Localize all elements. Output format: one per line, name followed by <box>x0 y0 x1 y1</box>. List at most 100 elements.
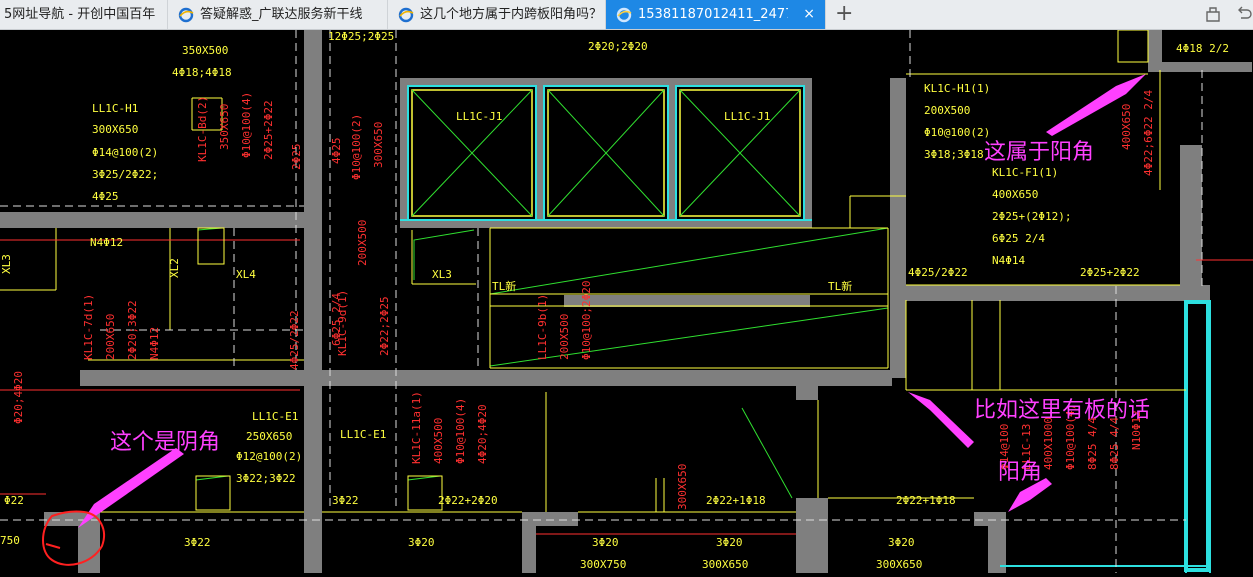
note-yang-jiao-1: 这属于阳角 <box>984 140 1095 165</box>
cad-label: 12Φ25;2Φ25 <box>328 30 394 43</box>
tab-label: 15381187012411_24771946 <box>638 7 788 22</box>
cad-label: 400X500 <box>432 418 445 464</box>
cad-label: 300X750 <box>580 558 626 571</box>
cad-label: 4Φ25 <box>330 138 343 165</box>
browser-logo-icon <box>178 7 194 23</box>
cad-label: 300X650 <box>876 558 922 571</box>
browser-logo-icon <box>616 7 632 23</box>
cad-label: TL新 <box>492 279 516 293</box>
cad-label: XL2 <box>168 258 181 278</box>
cad-label: 2Φ22+2Φ20 <box>438 494 498 507</box>
cad-label: XL4 <box>236 268 256 281</box>
cad-label: 350X500 <box>182 44 228 57</box>
cyan-shaft <box>1184 300 1210 572</box>
cad-label: 3Φ25/2Φ22; <box>92 168 158 181</box>
cad-label: N4Φ12 <box>90 236 123 249</box>
cad-label: 200X500 <box>356 220 369 266</box>
tab-label: 5网址导航 - 开创中国百年 <box>4 7 156 22</box>
cad-label: KL1C-11a(1) <box>410 391 423 464</box>
cad-label: 200X650 <box>104 314 117 360</box>
red-lines <box>0 239 1253 535</box>
cad-label: LL1C-J1 <box>456 110 502 123</box>
cad-label: 3Φ18;3Φ18 <box>924 148 984 161</box>
cad-label: LL1C-E1 <box>340 428 386 441</box>
close-icon[interactable]: × <box>803 0 815 29</box>
cad-label: 200X500 <box>558 314 571 360</box>
cad-label: 300X650 <box>372 122 385 168</box>
cad-label: LL1C-9b(1) <box>536 294 549 360</box>
browser-logo-icon <box>398 7 414 23</box>
cad-label: N4Φ12 <box>148 327 161 360</box>
cad-label: KL1C-H1(1) <box>924 82 990 95</box>
cad-label: 4Φ18;4Φ18 <box>172 66 232 79</box>
cad-label: 8Φ25 4/4 <box>1108 417 1121 470</box>
cad-label: 400X650 <box>1120 104 1133 150</box>
cad-label: KL1C-F1(1) <box>992 166 1058 179</box>
cad-label: 4Φ20;4Φ20 <box>476 404 489 464</box>
arrow-if-slab <box>908 392 974 448</box>
cad-label: 400X1000 <box>1042 417 1055 470</box>
cad-label: 4Φ25/2Φ22 <box>288 310 301 370</box>
note-if-slab: 比如这里有板的话 <box>974 398 1151 423</box>
cad-label: 750 <box>0 534 20 547</box>
note-yin-jiao: 这个是阴角 <box>110 430 221 455</box>
cad-label: Φ10@100(2) <box>350 114 363 180</box>
cad-label: 8Φ25 4/4 <box>1086 417 1099 470</box>
cad-label: 6Φ25 2/4 <box>330 293 343 346</box>
cad-label: 3Φ20 <box>716 536 743 549</box>
cad-label: LL1C-H1 <box>92 102 138 115</box>
cad-label: 300X650 <box>702 558 748 571</box>
cad-label: 2Φ25 <box>290 144 303 171</box>
cad-label: 300X650 <box>92 123 138 136</box>
cad-label: 4Φ18 2/2 <box>1176 42 1229 55</box>
cad-label: LL1C-E1 <box>252 410 298 423</box>
cad-label: Φ10@100;2Φ20 <box>580 281 593 360</box>
cad-label: Φ12@100(2) <box>236 450 302 463</box>
cad-label: 250X650 <box>246 430 292 443</box>
cad-label: XL3 <box>432 268 452 281</box>
cad-label: Φ14@100(2) <box>92 146 158 159</box>
tab-image[interactable]: 15381187012411_24771946 × <box>606 0 826 29</box>
tab-5566-nav[interactable]: 5网址导航 - 开创中国百年 <box>0 0 168 29</box>
cad-label: 2Φ22+1Φ18 <box>896 494 956 507</box>
cad-label: N4Φ14 <box>992 254 1025 267</box>
cad-label: 3Φ22;3Φ22 <box>236 472 296 485</box>
cad-drawing: 350X500 4Φ18;4Φ18 LL1C-H1 300X650 Φ14@10… <box>0 29 1253 573</box>
cad-label: 2Φ22;2Φ25 <box>378 296 391 356</box>
cad-label: 400X650 <box>992 188 1038 201</box>
cad-label: LL1C-J1 <box>724 110 770 123</box>
cad-label: TL新 <box>828 279 852 293</box>
cad-label: 3Φ22 <box>184 536 211 549</box>
cad-label: 4Φ25 <box>92 190 119 203</box>
cad-label: 200X500 <box>924 104 970 117</box>
tab-question[interactable]: 这几个地方属于内跨板阳角吗？ <box>388 0 606 29</box>
cad-label: KL1C-Bd(2) <box>196 96 209 162</box>
cad-label: 2Φ22+1Φ18 <box>706 494 766 507</box>
cad-label: Φ22 <box>4 494 24 507</box>
cad-label: 4Φ22;6Φ22 2/4 <box>1142 90 1155 176</box>
cad-label: Φ20;4Φ20 <box>12 371 25 424</box>
cad-label: 2Φ25+2Φ22 <box>1080 266 1140 279</box>
browser-tab-bar: 5网址导航 - 开创中国百年 答疑解惑_广联达服务新干线 这几个地方属于内跨板阳… <box>0 0 1253 30</box>
cad-label: 2Φ25+2Φ22 <box>262 100 275 160</box>
bookmark-icon[interactable] <box>1203 4 1223 24</box>
cad-label: KL1C-7d(1) <box>82 294 95 360</box>
tab-glodon-faq[interactable]: 答疑解惑_广联达服务新干线 <box>168 0 388 29</box>
cad-label: 4Φ25/2Φ22 <box>908 266 968 279</box>
cad-label: Φ10@100(4) <box>240 92 253 158</box>
beams <box>0 30 1252 573</box>
cad-label: 2Φ20;2Φ20 <box>588 40 648 53</box>
note-yang-jiao-2: 阳角 <box>998 460 1043 485</box>
cad-label: 300X650 <box>676 464 689 510</box>
plus-icon[interactable]: + <box>835 1 853 27</box>
cad-label: 3Φ20 <box>408 536 435 549</box>
cad-label: 3Φ22 <box>332 494 359 507</box>
cad-label: 350X650 <box>218 104 231 150</box>
cad-label: 3Φ20 <box>888 536 915 549</box>
cad-drawing-svg: 350X500 4Φ18;4Φ18 LL1C-H1 300X650 Φ14@10… <box>0 29 1253 573</box>
cad-label: 2Φ25+(2Φ12); <box>992 210 1071 223</box>
cad-label: 3Φ20 <box>592 536 619 549</box>
cad-label: XL3 <box>0 254 13 274</box>
undo-icon[interactable] <box>1233 4 1253 24</box>
tab-label: 答疑解惑_广联达服务新干线 <box>200 7 363 22</box>
